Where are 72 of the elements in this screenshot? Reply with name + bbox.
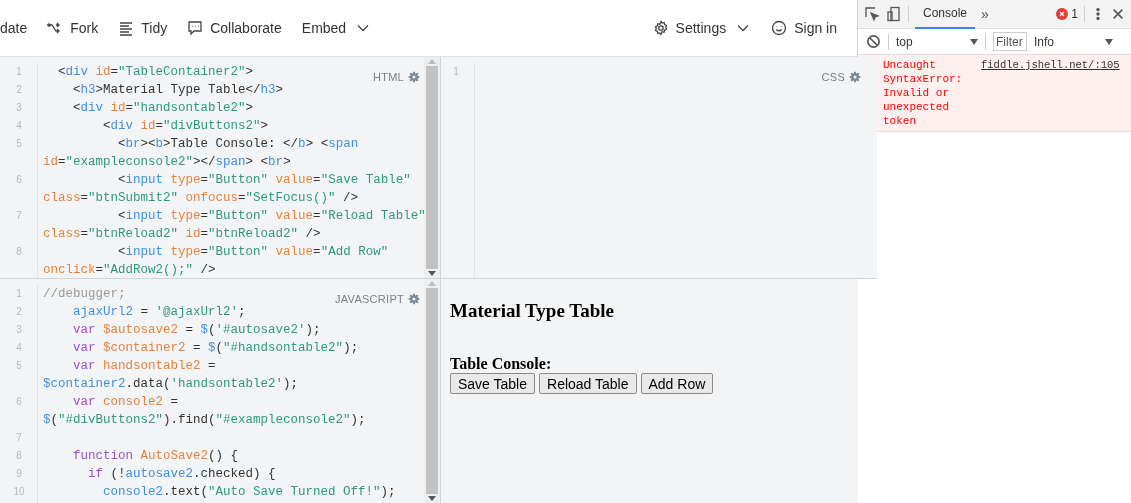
toolbar-button[interactable]: Collaborate [187, 17, 282, 39]
scrollbar[interactable] [424, 279, 440, 503]
error-count[interactable]: 1 [1056, 5, 1078, 23]
filter-field[interactable]: Filter [993, 32, 1027, 51]
code-line: var handsontable2 = $container2.data('handsontable2'); [43, 358, 300, 393]
result-button[interactable]: Reload Table [539, 373, 637, 394]
code-line: if (!autosave2.checked) { [87, 466, 276, 483]
close-icon [1111, 7, 1125, 21]
inspect-icon [864, 6, 880, 22]
line-number: 1 [15, 65, 23, 79]
line-number: 8 [15, 449, 23, 463]
source-link[interactable]: fiddle.jshell.net/:105 [981, 58, 1120, 72]
code-line: //debugger; [43, 286, 126, 303]
result-button[interactable]: Add Row [640, 373, 714, 394]
code-line: <h3>Material Type Table</h3> [72, 82, 284, 99]
line-number: 1 [452, 65, 460, 79]
line-number: 4 [15, 341, 23, 355]
toolbar-button[interactable]: Sign in [771, 17, 837, 39]
toolbar-button[interactable]: Settings [652, 17, 752, 39]
line-number: 7 [15, 431, 23, 445]
console-label: Table Console: [450, 355, 553, 373]
code-line: <br><b>Table Console: </b> <span id="exampleconsole2"></span> <br> [43, 136, 360, 171]
line-number: 6 [15, 173, 23, 187]
message-text: Uncaught SyntaxError: Invalid or unexpected token [883, 58, 964, 128]
line-number: 6 [15, 395, 23, 409]
code-line: <div id="TableContainer2"> [57, 64, 254, 81]
line-number: 5 [15, 359, 23, 373]
line-number: 2 [15, 83, 23, 97]
code-line: console2.text("Auto Save Turned Off!"); [102, 484, 396, 501]
line-number: 1 [15, 287, 23, 301]
align-left-icon [118, 20, 135, 36]
level-select[interactable]: Info [1034, 32, 1123, 51]
context-select[interactable]: top [896, 32, 978, 51]
code-line: <input type="Button" value="Reload Table" class="btnReload2" id="btnReload2" /> [43, 208, 427, 243]
toolbar-button[interactable]: Fork [47, 17, 99, 39]
close-icon [1058, 10, 1067, 18]
settings-icon[interactable] [408, 293, 420, 306]
code-line: var $container2 = $("#handsontable2"); [72, 340, 359, 357]
chat-icon [187, 20, 204, 36]
settings-icon[interactable] [849, 71, 861, 84]
result-button[interactable]: Save Table [450, 373, 535, 394]
more-tabs-button[interactable]: » [981, 3, 989, 25]
code-line: <div id="divButtons2"> [102, 118, 269, 135]
toolbar-button[interactable]: date [0, 17, 28, 39]
devtools-tab[interactable]: Console [915, 0, 976, 29]
code-line: <input type="Button" value="Add Row" onclick="AddRow2();" /> [43, 244, 390, 278]
line-number: 3 [15, 101, 23, 115]
code-line: var $autosave2 = $('#autosave2'); [72, 322, 321, 339]
line-number: 3 [15, 323, 23, 337]
settings-icon[interactable] [408, 71, 420, 84]
code-line: <input type="Button" value="Save Table" class="btnSubmit2" onfocus="SetFocus()" /> [43, 172, 412, 207]
code-line: function AutoSave2() { [72, 448, 239, 465]
editor-label: CSS [821, 70, 845, 85]
editor-label: JAVASCRIPT [335, 292, 404, 307]
line-number: 7 [15, 209, 23, 223]
line-number: 2 [15, 305, 23, 319]
clear-icon [866, 34, 881, 49]
toolbar-button[interactable]: Embed [301, 17, 372, 39]
line-number: 4 [15, 119, 23, 133]
smiley-icon [771, 20, 788, 36]
result-heading: Material Type Table [450, 299, 615, 323]
editor-label: HTML [372, 70, 404, 85]
scrollbar[interactable] [424, 57, 440, 278]
code-line: <div id="handsontable2"> [72, 100, 254, 117]
code-line: ajaxUrl2 = '@ajaxUrl2'; [72, 304, 246, 321]
code-line: var console2 = $("#divButtons2").find("#exampleconsole2"); [43, 394, 367, 429]
line-number: 10 [12, 485, 26, 499]
toolbar-button[interactable]: Tidy [118, 17, 168, 39]
settings-icon [652, 20, 669, 36]
line-number: 5 [15, 137, 23, 151]
line-number: 8 [15, 245, 23, 259]
device-icon [886, 6, 902, 22]
